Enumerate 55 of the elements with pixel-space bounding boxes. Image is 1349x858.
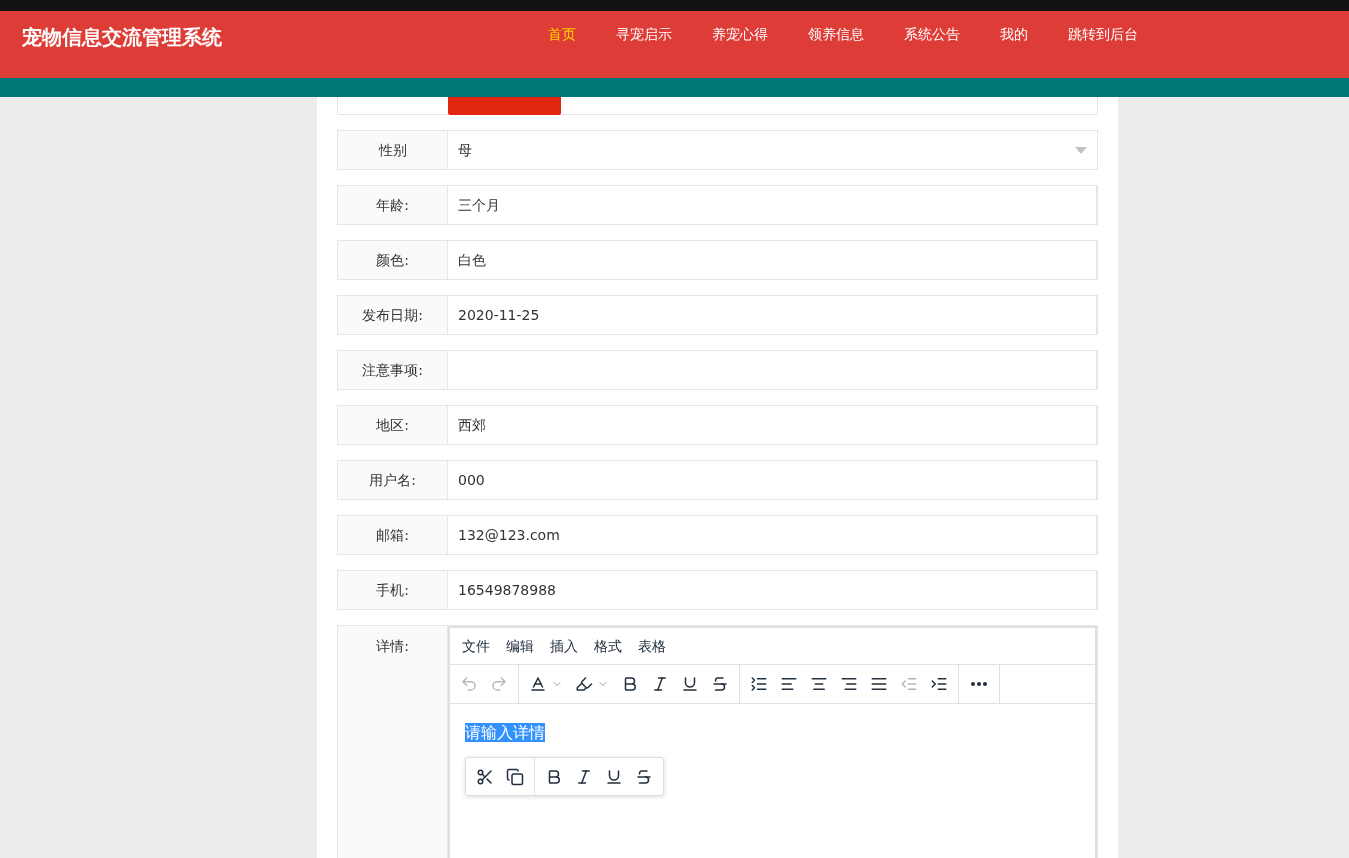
highlighter-icon (575, 675, 593, 693)
editor-placeholder-text: 请输入详情 (465, 723, 545, 742)
field-label: 用户名: (337, 460, 447, 500)
nav-link[interactable]: 系统公告 (884, 24, 980, 45)
strikethrough-icon (711, 675, 729, 693)
align-justify-icon (870, 675, 888, 693)
outdent-icon (900, 675, 918, 693)
text-field[interactable]: 2020-11-25 (447, 295, 1098, 335)
text-field[interactable]: 白色 (447, 240, 1098, 280)
redo-icon (490, 675, 508, 693)
nav-link[interactable]: 寻宠启示 (596, 24, 692, 45)
strikethrough-icon (635, 767, 653, 786)
nav-link[interactable]: 我的 (980, 24, 1048, 45)
text-field[interactable]: 000 (447, 460, 1098, 500)
editor-menu-item[interactable]: 格式 (586, 635, 630, 657)
undo-icon (460, 675, 478, 693)
align-left-icon (780, 675, 798, 693)
field-label: 颜色: (337, 240, 447, 280)
field-label: 地区: (337, 405, 447, 445)
underline-icon (681, 675, 699, 693)
text-field[interactable]: 三个月 (447, 185, 1098, 225)
italic-icon (651, 675, 669, 693)
editor-menu-item[interactable]: 表格 (630, 635, 674, 657)
text-field[interactable]: 16549878988 (447, 570, 1098, 610)
field-label: 性别 (337, 130, 447, 170)
nav-link[interactable]: 跳转到后台 (1048, 24, 1158, 45)
editor-menu-item[interactable]: 插入 (542, 635, 586, 657)
indent-icon (930, 675, 948, 693)
field-label: 年龄: (337, 185, 447, 225)
nav-link[interactable]: 领养信息 (788, 24, 884, 45)
rich-text-editor[interactable]: 文件 编辑 插入 格式 表格 请输入详情 (448, 626, 1097, 858)
align-center-icon (810, 675, 828, 693)
text-field[interactable]: 132@123.com (447, 515, 1098, 555)
align-right-icon (840, 675, 858, 693)
select-field[interactable]: 母 (447, 130, 1098, 170)
text-field[interactable] (447, 350, 1098, 390)
field-label: 详情: (376, 637, 409, 656)
editor-menu-item[interactable]: 编辑 (498, 635, 542, 657)
more-icon (971, 682, 987, 686)
site-title: 宠物信息交流管理系统 (22, 24, 222, 51)
text-field[interactable]: 西郊 (447, 405, 1098, 445)
text-color-icon (529, 675, 547, 693)
italic-icon (575, 767, 593, 786)
select-value: 母 (458, 140, 472, 160)
line-height-icon (750, 675, 768, 693)
field-label: 手机: (337, 570, 447, 610)
scissors-icon (476, 767, 494, 786)
field-label: 注意事项: (337, 350, 447, 390)
field-label: 发布日期: (337, 295, 447, 335)
copy-icon (506, 767, 524, 786)
dropdown-arrow-icon (1075, 146, 1087, 154)
underline-icon (605, 767, 623, 786)
editor-menu-item[interactable]: 文件 (454, 635, 498, 657)
nav-link[interactable]: 养宠心得 (692, 24, 788, 45)
field-label: 邮箱: (337, 515, 447, 555)
